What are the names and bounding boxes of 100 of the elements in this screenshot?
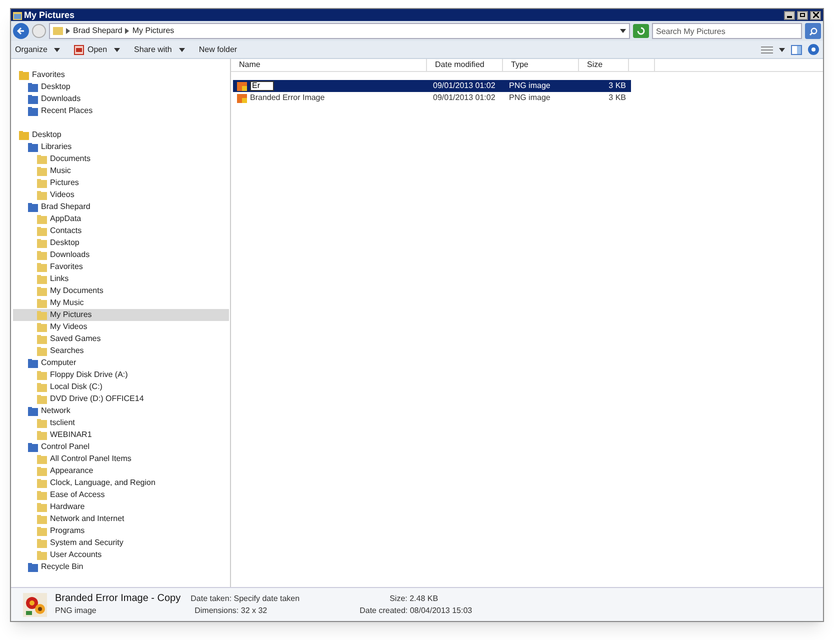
- image-file-icon: [237, 94, 247, 102]
- nav-item[interactable]: Desktop: [13, 81, 229, 93]
- open-icon: [74, 44, 84, 54]
- nav-item[interactable]: Links: [13, 273, 229, 285]
- search-icon: [808, 26, 818, 36]
- nav-item[interactable]: All Control Panel Items: [13, 453, 229, 465]
- folder-icon: [37, 274, 47, 284]
- back-button[interactable]: [13, 23, 29, 39]
- dropdown-arrow-icon[interactable]: [620, 29, 626, 33]
- nav-item[interactable]: Desktop: [13, 237, 229, 249]
- file-name: Branded Error Image - Copy: [55, 592, 181, 604]
- search-button[interactable]: [805, 23, 821, 39]
- nav-item[interactable]: Hardware: [13, 501, 229, 513]
- rename-field[interactable]: Er: [250, 81, 274, 91]
- chevron-icon[interactable]: [66, 28, 70, 34]
- folder-icon: [28, 442, 38, 452]
- nav-item[interactable]: Recycle Bin: [13, 561, 229, 573]
- folder-icon: [53, 26, 63, 36]
- column-header[interactable]: Name: [231, 59, 427, 71]
- nav-item[interactable]: Downloads: [13, 249, 229, 261]
- help-icon[interactable]: [808, 44, 819, 55]
- folder-icon: [37, 286, 47, 296]
- folder-icon: [37, 550, 47, 560]
- nav-item[interactable]: Clock, Language, and Region: [13, 477, 229, 489]
- chevron-icon[interactable]: [125, 28, 130, 34]
- nav-item[interactable]: User Accounts: [13, 549, 229, 561]
- folder-icon: [37, 322, 47, 332]
- file-row[interactable]: Er 09/01/2013 01:02 PNG image 3 KB: [233, 80, 631, 92]
- caret-icon: [114, 48, 120, 52]
- nav-item[interactable]: Appearance: [13, 465, 229, 477]
- nav-item[interactable]: Libraries: [13, 141, 229, 153]
- nav-item[interactable]: Downloads: [13, 93, 229, 105]
- nav-item[interactable]: tsclient: [13, 417, 229, 429]
- folder-icon: [37, 334, 47, 344]
- breadcrumb-item[interactable]: Brad Shepard: [73, 25, 122, 37]
- nav-item[interactable]: WEBINAR1: [13, 429, 229, 441]
- minimize-button[interactable]: [784, 10, 795, 20]
- file-type: PNG image: [508, 80, 552, 92]
- nav-item[interactable]: Floppy Disk Drive (A:): [13, 369, 229, 381]
- folder-icon: [37, 454, 47, 464]
- column-header[interactable]: Size: [579, 59, 629, 71]
- detail-field: Date created: 08/04/2013 15:03: [310, 604, 472, 616]
- nav-item[interactable]: Ease of Access: [13, 489, 229, 501]
- nav-item[interactable]: My Pictures: [13, 309, 229, 321]
- folder-icon: [37, 478, 47, 488]
- nav-item[interactable]: Searches: [13, 345, 229, 357]
- nav-item[interactable]: Network and Internet: [13, 513, 229, 525]
- close-button[interactable]: [810, 10, 821, 20]
- view-options-icon[interactable]: [761, 44, 773, 54]
- folder-icon: [37, 394, 47, 404]
- detail-field: Date taken: Specify date taken: [190, 592, 300, 604]
- preview-pane-icon[interactable]: [791, 44, 802, 54]
- toolbar-button[interactable]: Share with: [134, 44, 185, 56]
- column-header[interactable]: Type: [503, 59, 579, 71]
- nav-item[interactable]: Computer: [13, 357, 229, 369]
- nav-item[interactable]: Favorites: [13, 261, 229, 273]
- file-size: 3 KB: [608, 92, 627, 104]
- dropdown-arrow-icon[interactable]: [779, 48, 785, 52]
- folder-icon: [37, 382, 47, 392]
- nav-item[interactable]: Contacts: [13, 225, 229, 237]
- nav-item[interactable]: Desktop: [13, 129, 229, 141]
- window-title: My Pictures: [24, 10, 75, 20]
- folder-icon: [28, 562, 38, 572]
- nav-item[interactable]: Saved Games: [13, 333, 229, 345]
- search-field[interactable]: Search My Pictures: [652, 23, 802, 39]
- nav-item[interactable]: Programs: [13, 525, 229, 537]
- nav-item[interactable]: Brad Shepard: [13, 201, 229, 213]
- folder-icon: [37, 190, 47, 200]
- nav-item[interactable]: DVD Drive (D:) OFFICE14: [13, 393, 229, 405]
- folder-icon: [37, 538, 47, 548]
- nav-item[interactable]: Favorites: [13, 69, 229, 81]
- folder-icon: [37, 502, 47, 512]
- nav-item[interactable]: My Videos: [13, 321, 229, 333]
- column-header[interactable]: Date modified: [427, 59, 503, 71]
- nav-item[interactable]: Recent Places: [13, 105, 229, 117]
- folder-icon: [13, 10, 22, 20]
- refresh-button[interactable]: [633, 24, 649, 38]
- folder-icon: [37, 262, 47, 272]
- nav-item[interactable]: System and Security: [13, 537, 229, 549]
- toolbar-button[interactable]: Organize: [15, 44, 60, 56]
- toolbar-button[interactable]: Open: [74, 44, 120, 56]
- nav-item[interactable]: Local Disk (C:): [13, 381, 229, 393]
- nav-item[interactable]: Control Panel: [13, 441, 229, 453]
- folder-icon: [28, 106, 38, 116]
- nav-item[interactable]: Documents: [13, 153, 229, 165]
- detail-field: Size: 2.48 KB: [310, 592, 472, 604]
- nav-item[interactable]: Videos: [13, 189, 229, 201]
- nav-item[interactable]: Pictures: [13, 177, 229, 189]
- nav-item[interactable]: My Documents: [13, 285, 229, 297]
- folder-icon: [37, 250, 47, 260]
- folder-icon: [37, 490, 47, 500]
- nav-item[interactable]: My Music: [13, 297, 229, 309]
- file-row[interactable]: Branded Error Image 09/01/2013 01:02 PNG image 3 KB: [233, 92, 631, 104]
- nav-item[interactable]: AppData: [13, 213, 229, 225]
- toolbar-button[interactable]: New folder: [198, 44, 238, 56]
- breadcrumb-item[interactable]: My Pictures: [132, 25, 174, 37]
- restore-button[interactable]: [797, 10, 808, 20]
- nav-item[interactable]: Music: [13, 165, 229, 177]
- folder-icon: [28, 358, 38, 368]
- nav-item[interactable]: Network: [13, 405, 229, 417]
